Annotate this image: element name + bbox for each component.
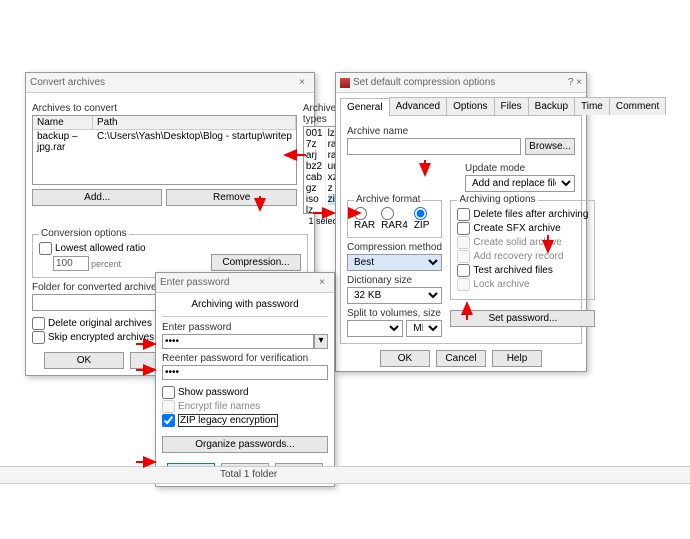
update-mode-label: Update mode xyxy=(465,163,575,174)
tab-bar: General Advanced Options Files Backup Ti… xyxy=(340,97,582,116)
status-text: Total 1 folder xyxy=(220,469,277,480)
window-title: Set default compression options xyxy=(353,77,495,88)
ok-button[interactable]: OK xyxy=(380,350,430,367)
close-icon[interactable]: × xyxy=(314,277,330,288)
header-label: Archiving with password xyxy=(162,299,328,310)
compression-method-select[interactable]: Best xyxy=(347,254,442,271)
show-password-check[interactable]: Show password xyxy=(162,386,328,399)
enter-password-label: Enter password xyxy=(162,322,328,333)
archive-name-label: Archive name xyxy=(347,126,575,137)
titlebar: Set default compression options ? × xyxy=(336,73,586,93)
col-name[interactable]: Name xyxy=(33,116,93,129)
format-zip-radio[interactable]: ZIP xyxy=(414,207,430,231)
compression-options-dialog: Set default compression options ? × Gene… xyxy=(335,72,587,372)
cancel-button[interactable]: Cancel xyxy=(436,350,486,367)
test-check[interactable]: Test archived files xyxy=(457,264,588,277)
tab-backup[interactable]: Backup xyxy=(528,97,575,115)
compression-button[interactable]: Compression... xyxy=(211,254,301,271)
close-icon[interactable]: × xyxy=(294,77,310,88)
window-title: Convert archives xyxy=(30,77,105,88)
conversion-options-label: Conversion options xyxy=(39,228,129,239)
tab-comment[interactable]: Comment xyxy=(609,97,666,115)
archive-format-label: Archive format xyxy=(354,194,422,205)
split-vol-label: Split to volumes, size xyxy=(347,308,442,319)
remove-button[interactable]: Remove xyxy=(166,189,296,206)
compression-method-label: Compression method xyxy=(347,242,442,253)
encrypt-names-check: Encrypt file names xyxy=(162,400,328,413)
help-button[interactable]: Help xyxy=(492,350,542,367)
enter-password-dialog: Enter password × Archiving with password… xyxy=(155,272,335,487)
update-mode-select[interactable]: Add and replace files xyxy=(465,175,575,192)
dict-size-select[interactable]: 32 KB xyxy=(347,287,442,304)
app-icon xyxy=(340,78,350,88)
reenter-password-label: Reenter password for verification xyxy=(162,353,328,364)
recovery-check: Add recovery record xyxy=(457,250,588,263)
password-input[interactable] xyxy=(162,334,314,349)
titlebar: Enter password × xyxy=(156,273,334,293)
tab-files[interactable]: Files xyxy=(494,97,529,115)
set-password-button[interactable]: Set password... xyxy=(450,310,595,327)
delete-after-check[interactable]: Delete files after archiving xyxy=(457,208,588,221)
titlebar: Convert archives × xyxy=(26,73,314,93)
archive-name-input[interactable] xyxy=(347,138,521,155)
format-rar-radio[interactable]: RAR xyxy=(354,207,375,231)
tab-time[interactable]: Time xyxy=(574,97,610,115)
col-path[interactable]: Path xyxy=(93,116,296,129)
ratio-input xyxy=(53,256,89,271)
tab-options[interactable]: Options xyxy=(446,97,494,115)
add-button[interactable]: Add... xyxy=(32,189,162,206)
sfx-check[interactable]: Create SFX archive xyxy=(457,222,588,235)
solid-check: Create solid archive xyxy=(457,236,588,249)
dict-size-label: Dictionary size xyxy=(347,275,442,286)
window-title: Enter password xyxy=(160,277,229,288)
help-icon[interactable]: ? xyxy=(568,77,574,88)
status-bar: Total 1 folder xyxy=(0,466,690,484)
zip-legacy-check[interactable]: ZIP legacy encryption xyxy=(162,414,328,427)
archives-to-convert-label: Archives to convert xyxy=(32,103,297,114)
archiving-options-label: Archiving options xyxy=(457,194,537,205)
list-item[interactable]: backup –jpg.rar C:\Users\Yash\Desktop\Bl… xyxy=(33,130,296,154)
tab-advanced[interactable]: Advanced xyxy=(389,97,447,115)
split-size-select[interactable] xyxy=(347,320,403,337)
close-icon[interactable]: × xyxy=(576,77,582,88)
tab-general[interactable]: General xyxy=(340,98,390,116)
ok-button[interactable]: OK xyxy=(44,352,124,369)
password-verify-input[interactable] xyxy=(162,365,328,380)
organize-passwords-button[interactable]: Organize passwords... xyxy=(162,436,328,453)
split-unit-select[interactable]: MB xyxy=(406,320,442,337)
format-rar4-radio[interactable]: RAR4 xyxy=(381,207,408,231)
browse-button[interactable]: Browse... xyxy=(525,138,575,155)
lowest-ratio-check[interactable]: Lowest allowed ratio xyxy=(39,242,146,255)
lock-check: Lock archive xyxy=(457,278,588,291)
chevron-down-icon[interactable]: ▾ xyxy=(314,334,328,349)
archives-list[interactable]: Name Path backup –jpg.rar C:\Users\Yash\… xyxy=(32,115,297,185)
